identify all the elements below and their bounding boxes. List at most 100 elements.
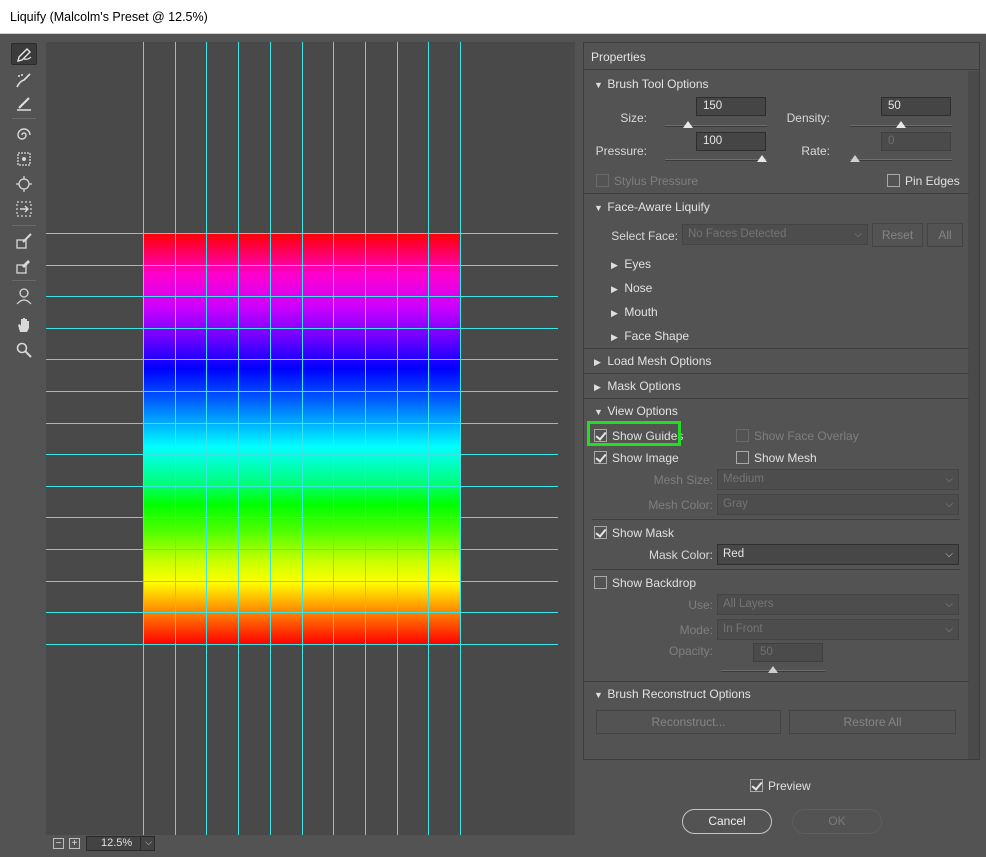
pressure-slider-thumb[interactable] <box>757 155 767 162</box>
density-slider[interactable] <box>850 121 952 128</box>
preview-canvas[interactable] <box>46 42 575 835</box>
section-divider <box>584 373 969 374</box>
chevron-down-icon: ⌵ <box>945 499 953 510</box>
chevron-down-icon: ⌵ <box>854 229 862 240</box>
reconstruct-button: Reconstruct... <box>596 710 781 734</box>
pressure-label: Pressure: <box>595 144 647 158</box>
zoom-tool[interactable] <box>11 339 37 361</box>
pressure-field[interactable]: 100 <box>696 132 766 151</box>
push-left-tool[interactable] <box>11 198 37 220</box>
section-face-aware-liquify[interactable]: ▼ Face-Aware Liquify <box>594 200 710 214</box>
panel-scrollbar[interactable] <box>968 71 979 759</box>
twirl-clockwise-tool[interactable] <box>11 124 37 146</box>
section-divider <box>584 348 969 349</box>
expand-triangle-icon: ▼ <box>594 407 603 417</box>
section-load-mesh-options[interactable]: ▶ Load Mesh Options <box>594 354 711 368</box>
section-divider <box>584 681 969 682</box>
freeze-mask-tool[interactable] <box>11 230 37 252</box>
forward-warp-tool[interactable] <box>11 43 37 65</box>
section-divider <box>584 398 969 399</box>
density-field[interactable]: 50 <box>881 97 951 116</box>
collapse-triangle-icon: ▶ <box>594 382 601 392</box>
size-label: Size: <box>620 111 647 125</box>
zoom-icon <box>16 342 32 358</box>
face-item-eyes[interactable]: ▶ Eyes <box>611 257 651 271</box>
show-image-checkbox[interactable] <box>594 451 607 464</box>
title-bar: Liquify (Malcolm's Preset @ 12.5%) <box>0 0 986 34</box>
smooth-brush-icon <box>17 97 31 111</box>
ok-button: OK <box>792 809 882 834</box>
opacity-slider-thumb <box>768 666 778 673</box>
pressure-slider[interactable] <box>665 155 767 162</box>
face-item-mouth[interactable]: ▶ Mouth <box>611 305 658 319</box>
face-tool[interactable] <box>11 285 37 307</box>
section-mask-options[interactable]: ▶ Mask Options <box>594 379 681 393</box>
chevron-down-icon: ⌵ <box>945 599 953 610</box>
face-item-face-shape[interactable]: ▶ Face Shape <box>611 329 689 343</box>
window-title: Liquify (Malcolm's Preset @ 12.5%) <box>10 10 208 24</box>
chevron-down-icon: ⌵ <box>945 624 953 635</box>
size-slider[interactable] <box>665 121 767 128</box>
section-view-options[interactable]: ▼ View Options <box>594 404 678 418</box>
hand-tool[interactable] <box>11 314 37 336</box>
zoom-bar: − + 12.5% ⌵ <box>46 835 575 853</box>
hand-icon <box>18 318 29 332</box>
show-mesh-checkbox[interactable] <box>736 451 749 464</box>
density-label: Density: <box>786 111 830 125</box>
collapse-triangle-icon: ▶ <box>611 260 618 270</box>
restore-all-button: Restore All <box>789 710 956 734</box>
expand-triangle-icon: ▼ <box>594 203 603 213</box>
collapse-triangle-icon: ▶ <box>611 284 618 294</box>
tool-divider <box>12 280 36 281</box>
properties-title: Properties <box>591 50 646 64</box>
mesh-size-dropdown: Medium ⌵ <box>717 469 959 490</box>
tool-divider <box>12 225 36 226</box>
mesh-color-dropdown: Gray ⌵ <box>717 494 959 515</box>
tool-divider <box>12 118 36 119</box>
show-mask-checkbox[interactable] <box>594 526 607 539</box>
thaw-mask-icon <box>16 260 30 274</box>
smooth-tool[interactable] <box>11 93 37 115</box>
pin-edges-checkbox[interactable] <box>887 174 900 187</box>
rate-slider-thumb <box>850 155 860 162</box>
expand-triangle-icon: ▼ <box>594 80 603 90</box>
collapse-triangle-icon: ▶ <box>594 357 601 367</box>
rate-slider <box>850 155 952 162</box>
size-field[interactable]: 150 <box>696 97 766 116</box>
show-backdrop-label: Show Backdrop <box>612 576 697 590</box>
bloat-tool[interactable] <box>11 173 37 195</box>
density-slider-thumb[interactable] <box>896 121 906 128</box>
thaw-mask-tool[interactable] <box>11 255 37 277</box>
face-item-nose[interactable]: ▶ Nose <box>611 281 652 295</box>
mode-dropdown: In Front ⌵ <box>717 619 959 640</box>
guides-overlay <box>46 42 558 835</box>
chevron-down-icon: ⌵ <box>945 474 953 485</box>
chevron-down-icon: ⌵ <box>945 549 953 560</box>
use-dropdown: All Layers ⌵ <box>717 594 959 615</box>
section-divider <box>584 193 969 194</box>
mode-label: Mode: <box>679 623 713 637</box>
pucker-tool[interactable] <box>11 148 37 170</box>
preview-checkbox[interactable] <box>750 779 763 792</box>
mask-color-dropdown[interactable]: Red ⌵ <box>717 544 959 565</box>
warp-icon <box>17 48 32 62</box>
cancel-button[interactable]: Cancel <box>682 809 772 834</box>
freeze-mask-icon <box>16 233 32 249</box>
section-brush-reconstruct-options[interactable]: ▼ Brush Reconstruct Options <box>594 687 751 701</box>
show-mask-label: Show Mask <box>612 526 675 540</box>
rate-field: 0 <box>881 132 951 151</box>
show-face-overlay-checkbox <box>736 429 749 442</box>
zoom-in-button[interactable]: + <box>69 838 80 849</box>
reset-face-button: Reset <box>872 223 923 247</box>
subsection-divider <box>592 569 960 570</box>
show-guides-highlight <box>587 421 681 446</box>
properties-header: Properties <box>584 43 979 70</box>
show-face-overlay-label: Show Face Overlay <box>754 429 859 443</box>
zoom-dropdown-icon[interactable]: ⌵ <box>140 836 156 851</box>
zoom-out-button[interactable]: − <box>53 838 64 849</box>
pucker-icon <box>17 152 31 166</box>
reconstruct-tool[interactable] <box>11 69 37 91</box>
section-brush-tool-options[interactable]: ▼ Brush Tool Options <box>594 77 709 91</box>
show-backdrop-checkbox[interactable] <box>594 576 607 589</box>
size-slider-thumb[interactable] <box>683 121 694 128</box>
